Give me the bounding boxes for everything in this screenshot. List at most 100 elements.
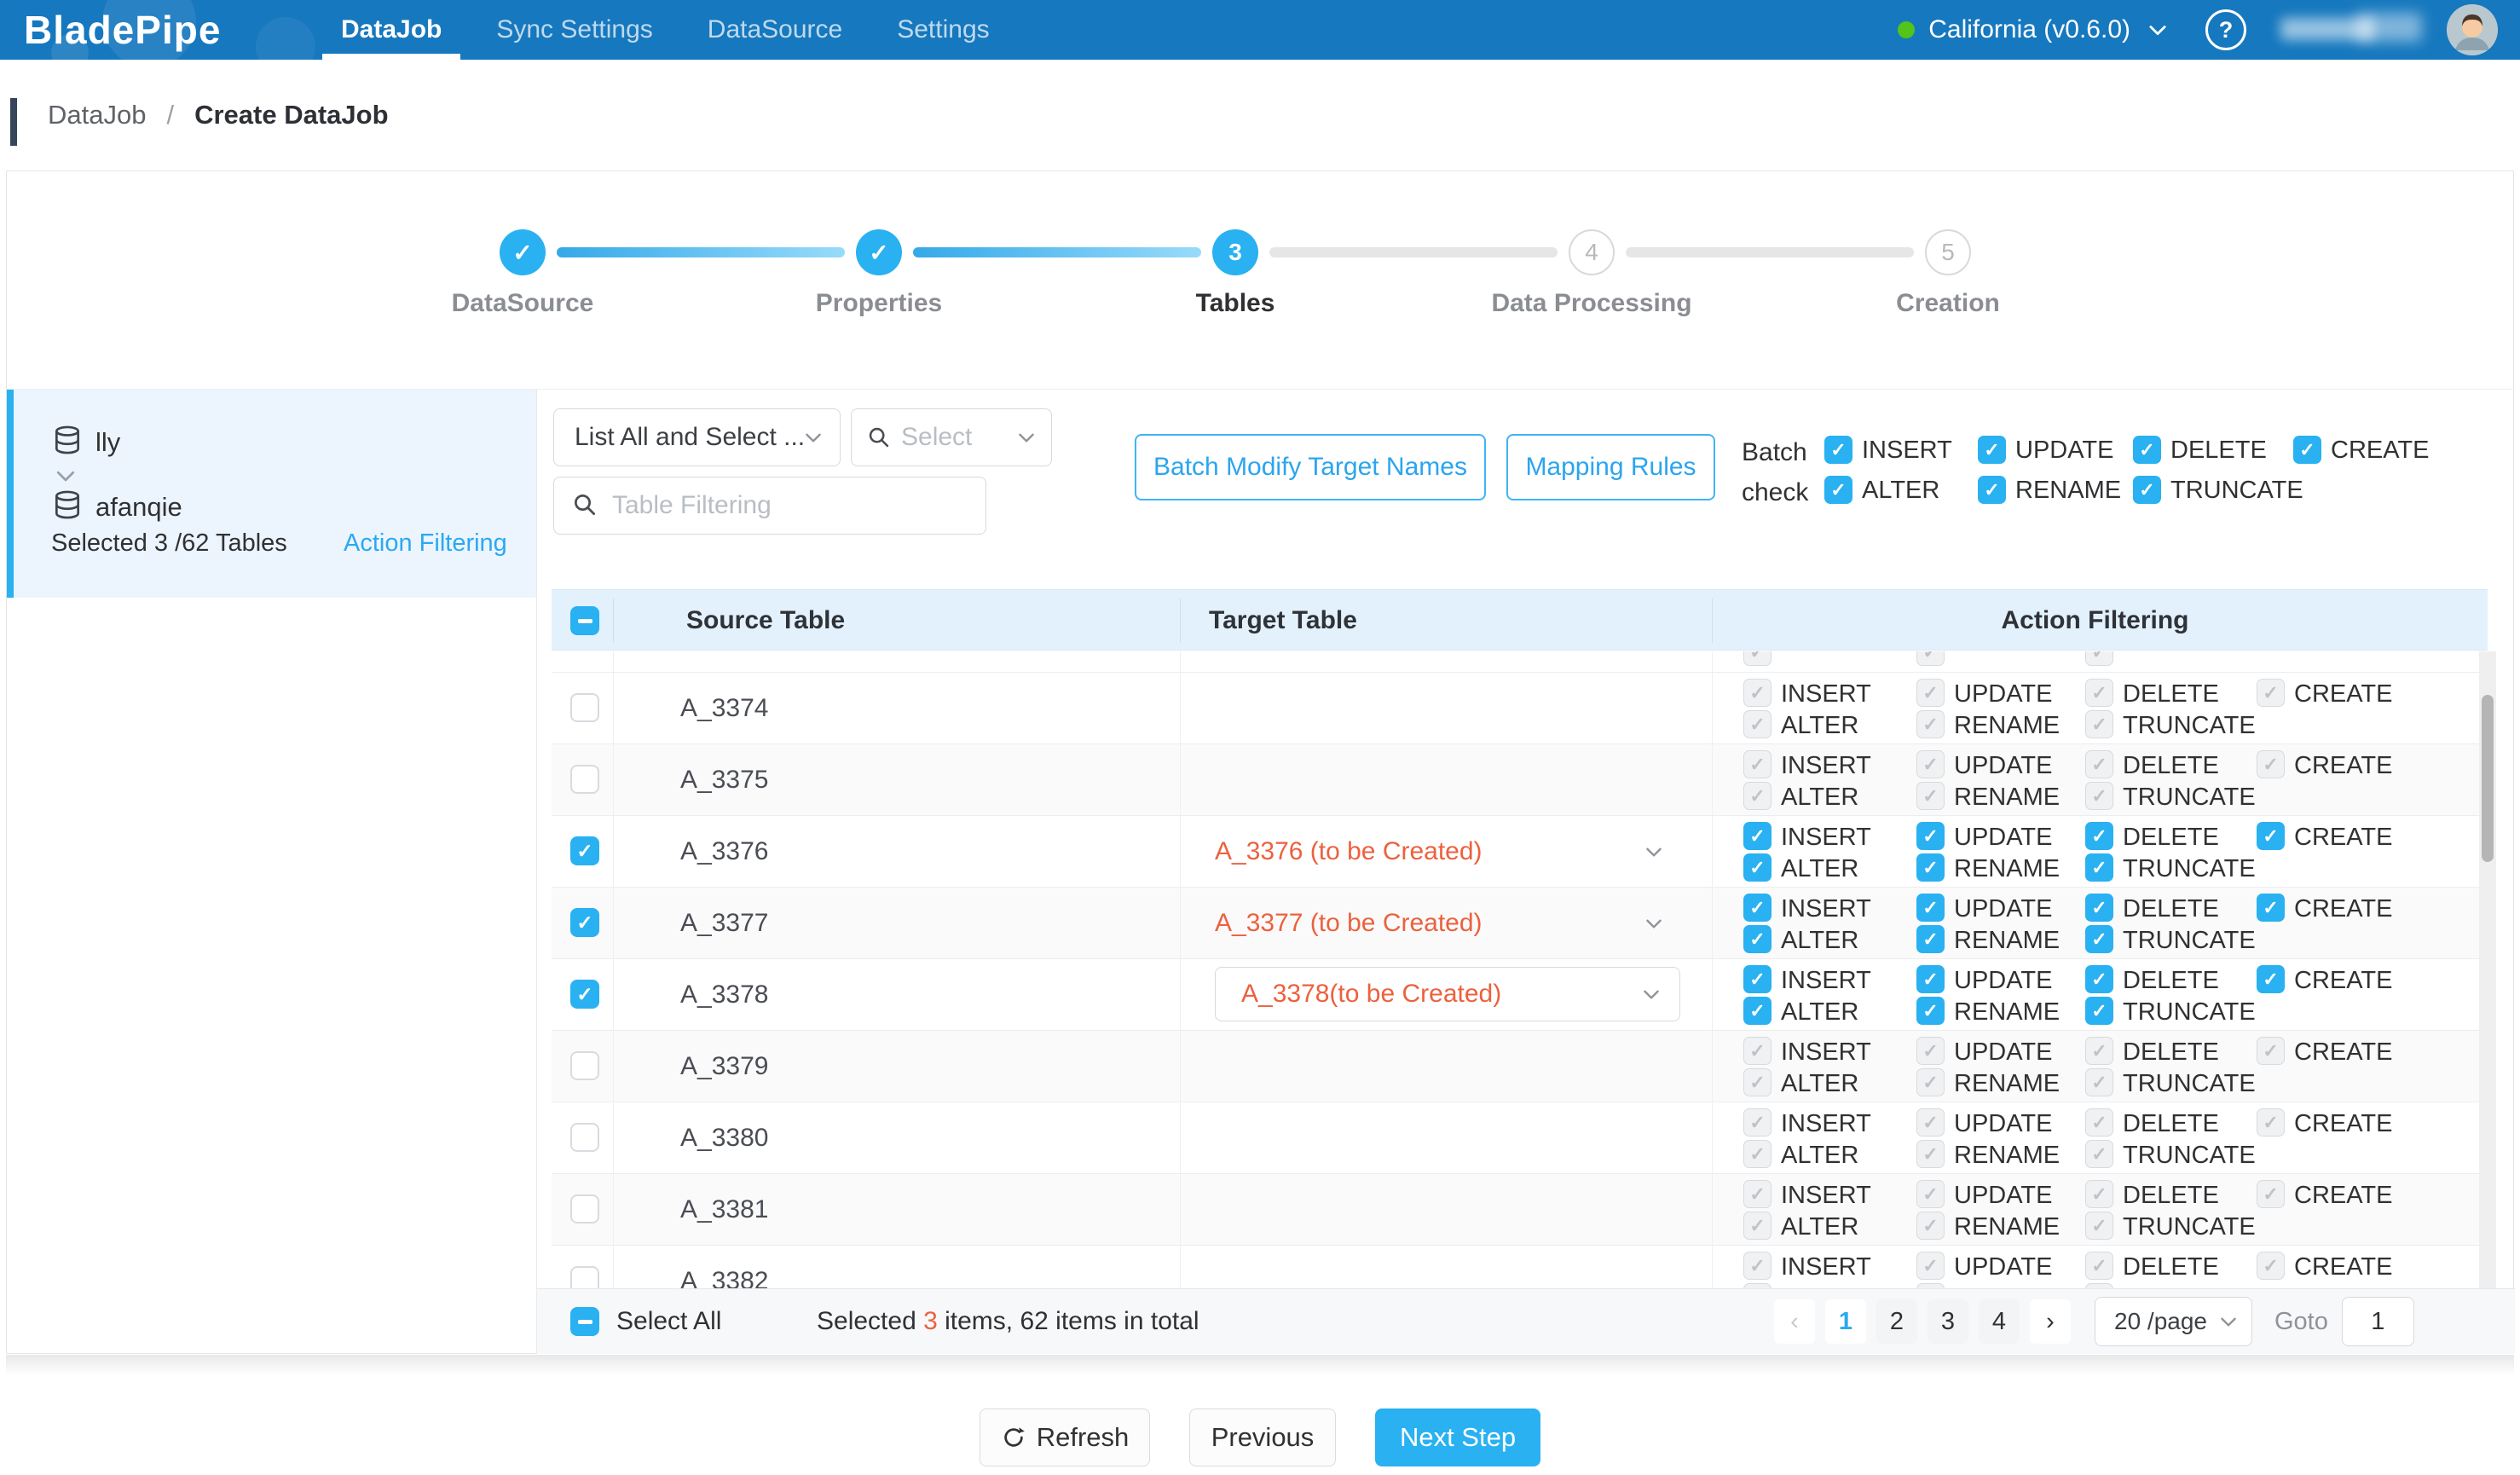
action-checkbox-update[interactable]: ✓ bbox=[1916, 894, 1945, 922]
batch-check-delete-checkbox[interactable]: ✓ bbox=[2133, 436, 2161, 464]
pagination-page-2[interactable]: 2 bbox=[1876, 1299, 1917, 1344]
pagination-next-button[interactable]: › bbox=[2030, 1299, 2071, 1344]
action-checkbox-alter[interactable]: ✓ bbox=[1743, 925, 1772, 953]
row-select-checkbox[interactable]: ✓ bbox=[570, 836, 599, 865]
main-nav: DataJob Sync Settings DataSource Settings bbox=[341, 0, 990, 60]
batch-modify-target-names-button[interactable]: Batch Modify Target Names bbox=[1135, 434, 1486, 500]
page-size-value: 20 /page bbox=[2114, 1308, 2207, 1335]
action-label: CREATE bbox=[2294, 1182, 2392, 1210]
action-checkbox-create[interactable]: ✓ bbox=[2257, 965, 2285, 993]
chevron-down-icon[interactable] bbox=[1643, 912, 1665, 934]
action-checkbox-rename[interactable]: ✓ bbox=[1916, 853, 1945, 882]
action-label: CREATE bbox=[2294, 824, 2392, 852]
nav-item-datasource[interactable]: DataSource bbox=[708, 0, 842, 60]
batch-check-rename-checkbox[interactable]: ✓ bbox=[1978, 476, 2006, 504]
action-checkbox-delete[interactable]: ✓ bbox=[2085, 822, 2113, 850]
action-checkbox-insert[interactable]: ✓ bbox=[1743, 894, 1772, 922]
batch-check-alter-checkbox[interactable]: ✓ bbox=[1824, 476, 1852, 504]
page-size-select[interactable]: 20 /page bbox=[2095, 1297, 2252, 1346]
action-filtering-link[interactable]: Action Filtering bbox=[344, 529, 507, 558]
action-checkbox-create: ✓ bbox=[2257, 1180, 2285, 1208]
action-checkbox-rename[interactable]: ✓ bbox=[1916, 997, 1945, 1025]
app-logo[interactable]: BladePipe bbox=[24, 0, 221, 60]
action-checkbox-rename[interactable]: ✓ bbox=[1916, 925, 1945, 953]
action-checkbox-truncate[interactable]: ✓ bbox=[2085, 925, 2113, 953]
pagination-page-3[interactable]: 3 bbox=[1928, 1299, 1968, 1344]
sidebar-item-datasource-pair[interactable] bbox=[7, 390, 536, 598]
action-checkbox-truncate[interactable]: ✓ bbox=[2085, 853, 2113, 882]
chevron-down-icon[interactable] bbox=[2146, 18, 2170, 42]
screen: BladePipe DataJob Sync Settings DataSource… bbox=[0, 0, 2520, 1475]
vertical-scrollbar-thumb[interactable] bbox=[2482, 695, 2494, 862]
mapping-rules-button[interactable]: Mapping Rules bbox=[1506, 434, 1715, 500]
action-label: RENAME bbox=[1954, 712, 2060, 740]
action-label: RENAME bbox=[1954, 1142, 2060, 1170]
action-checkbox-alter[interactable]: ✓ bbox=[1743, 997, 1772, 1025]
select-all-checkbox[interactable] bbox=[570, 1307, 599, 1336]
row-select-checkbox[interactable] bbox=[570, 1266, 599, 1288]
action-checkbox-alter[interactable]: ✓ bbox=[1743, 853, 1772, 882]
row-select-checkbox[interactable] bbox=[570, 693, 599, 722]
action-label: UPDATE bbox=[1954, 752, 2052, 780]
action-checkbox-update[interactable]: ✓ bbox=[1916, 822, 1945, 850]
row-select-checkbox[interactable] bbox=[570, 765, 599, 794]
target-table-select[interactable]: A_3378(to be Created) bbox=[1215, 967, 1680, 1021]
username-blurred bbox=[2280, 13, 2421, 47]
batch-check-insert-checkbox[interactable]: ✓ bbox=[1824, 436, 1852, 464]
table-row: A_3375✓INSERT✓UPDATE✓DELETE✓CREATE✓ALTER… bbox=[552, 744, 2479, 816]
chevron-down-icon bbox=[1640, 983, 1662, 1005]
action-label: ALTER bbox=[1781, 712, 1858, 740]
chevron-down-icon[interactable] bbox=[1643, 841, 1665, 863]
row-select-checkbox[interactable]: ✓ bbox=[570, 908, 599, 937]
action-checkbox-truncate[interactable]: ✓ bbox=[2085, 997, 2113, 1025]
target-table-value[interactable]: A_3376 (to be Created) bbox=[1215, 837, 1483, 866]
goto-page-input[interactable] bbox=[2342, 1297, 2414, 1346]
list-mode-select[interactable]: List All and Select ... bbox=[553, 408, 841, 466]
vertical-scrollbar-track[interactable] bbox=[2479, 651, 2496, 1288]
batch-check-truncate-checkbox[interactable]: ✓ bbox=[2133, 476, 2161, 504]
avatar[interactable] bbox=[2447, 4, 2498, 55]
step-label: Data Processing bbox=[1438, 289, 1745, 318]
action-checkbox-update: ✓ bbox=[1916, 1037, 1945, 1065]
previous-button[interactable]: Previous bbox=[1189, 1408, 1336, 1466]
next-step-button[interactable]: Next Step bbox=[1375, 1408, 1540, 1466]
action-checkbox-create[interactable]: ✓ bbox=[2257, 822, 2285, 850]
action-checkbox-insert[interactable]: ✓ bbox=[1743, 822, 1772, 850]
row-select-checkbox[interactable]: ✓ bbox=[570, 980, 599, 1009]
table-select-dropdown[interactable]: Select bbox=[851, 408, 1052, 466]
action-checkbox-delete[interactable]: ✓ bbox=[2085, 894, 2113, 922]
action-checkbox-truncate: ✓ bbox=[2085, 782, 2113, 810]
row-select-checkbox[interactable] bbox=[570, 1051, 599, 1080]
nav-item-sync-settings[interactable]: Sync Settings bbox=[496, 0, 652, 60]
pagination-prev-button[interactable]: ‹ bbox=[1774, 1299, 1815, 1344]
refresh-button[interactable]: Refresh bbox=[980, 1408, 1150, 1466]
row-select-checkbox[interactable] bbox=[570, 1123, 599, 1152]
row-select-checkbox[interactable] bbox=[570, 1194, 599, 1223]
batch-check-create-checkbox[interactable]: ✓ bbox=[2293, 436, 2321, 464]
pagination-page-1[interactable]: 1 bbox=[1825, 1299, 1866, 1344]
nav-item-datajob[interactable]: DataJob bbox=[341, 0, 442, 60]
action-checkbox-insert[interactable]: ✓ bbox=[1743, 965, 1772, 993]
action-checkbox-create[interactable]: ✓ bbox=[2257, 894, 2285, 922]
breadcrumb-parent[interactable]: DataJob bbox=[48, 100, 146, 130]
env-selector-label[interactable]: California (v0.6.0) bbox=[1928, 15, 2130, 44]
action-checkbox-update[interactable]: ✓ bbox=[1916, 965, 1945, 993]
target-table-value[interactable]: A_3377 (to be Created) bbox=[1215, 909, 1483, 938]
batch-check-option-label: CREATE bbox=[2331, 437, 2429, 465]
batch-check-update-checkbox[interactable]: ✓ bbox=[1978, 436, 2006, 464]
table-filtering-input[interactable] bbox=[553, 477, 986, 535]
nav-item-settings[interactable]: Settings bbox=[897, 0, 989, 60]
header-select-checkbox[interactable] bbox=[570, 606, 599, 635]
action-checkbox-create: ✓ bbox=[2257, 1037, 2285, 1065]
action-label: ALTER bbox=[1781, 1142, 1858, 1170]
header-divider bbox=[1712, 599, 1713, 643]
pagination-page-4[interactable]: 4 bbox=[1979, 1299, 2020, 1344]
action-label: TRUNCATE bbox=[2123, 784, 2256, 812]
action-checkbox-delete[interactable]: ✓ bbox=[2085, 965, 2113, 993]
step-label: Properties bbox=[725, 289, 1032, 318]
table-row: ✓A_3377A_3377 (to be Created)✓INSERT✓UPD… bbox=[552, 888, 2479, 959]
action-checkbox-insert: ✓ bbox=[1743, 1252, 1772, 1280]
table-row: A_3381✓INSERT✓UPDATE✓DELETE✓CREATE✓ALTER… bbox=[552, 1174, 2479, 1246]
help-icon[interactable]: ? bbox=[2205, 9, 2246, 50]
search-icon bbox=[867, 425, 891, 449]
